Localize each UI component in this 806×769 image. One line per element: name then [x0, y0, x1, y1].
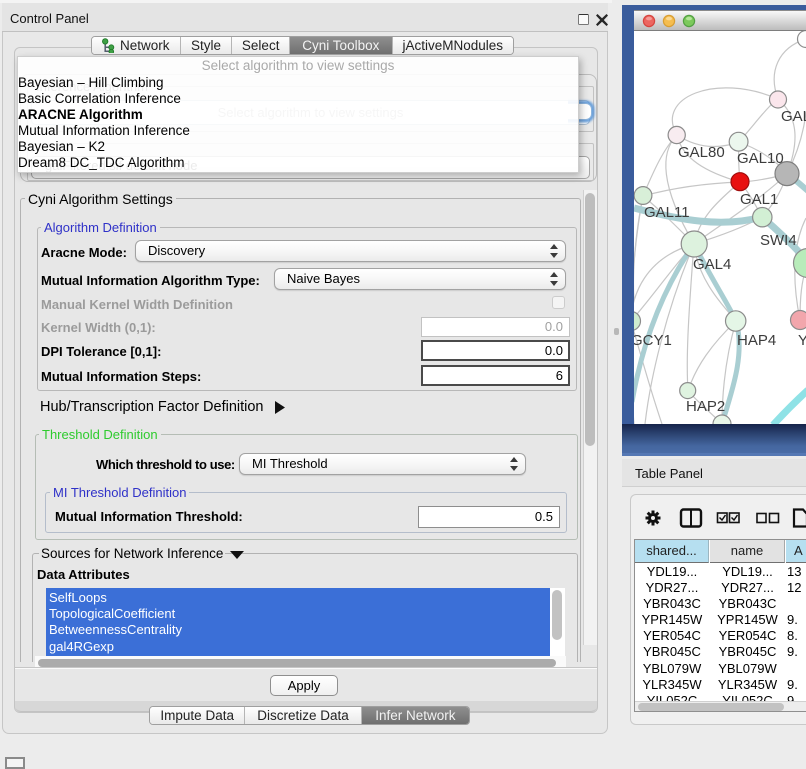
svg-text:Y: Y [798, 332, 806, 349]
svg-text:HAP2: HAP2 [686, 398, 725, 415]
svg-text:GAL4: GAL4 [693, 256, 731, 273]
svg-text:GAL80: GAL80 [678, 144, 725, 161]
svg-text:GAL: GAL [781, 108, 806, 125]
svg-text:SWI4: SWI4 [760, 232, 797, 249]
svg-text:GAL1: GAL1 [740, 191, 778, 208]
svg-text:GCY1: GCY1 [634, 332, 672, 349]
svg-text:GAL10: GAL10 [737, 150, 784, 167]
svg-text:GAL11: GAL11 [644, 204, 690, 221]
svg-text:HAP4: HAP4 [737, 332, 776, 349]
